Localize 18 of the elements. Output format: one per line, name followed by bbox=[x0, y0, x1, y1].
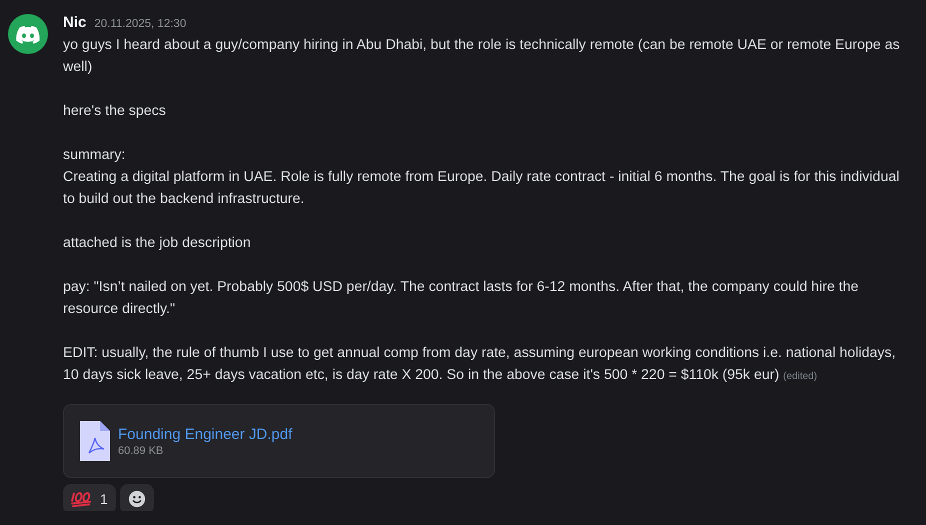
smiley-icon bbox=[128, 490, 146, 508]
author-name[interactable]: Nic bbox=[63, 14, 86, 31]
add-reaction-button[interactable] bbox=[120, 484, 154, 511]
reaction-chip[interactable]: 1 bbox=[63, 484, 116, 511]
message-text: attached is the job description bbox=[63, 234, 252, 253]
message-text: pay: "Isn’t nailed on yet. Probably 500$ USD per/day. The contract lasts for 6-12 months. After that, the company could hire the resource directly." bbox=[63, 278, 860, 319]
avatar-icon[interactable] bbox=[8, 14, 48, 54]
pdf-file-icon bbox=[80, 421, 110, 461]
message-text: EDIT: usually, the rule of thumb I use to get annual comp from day rate, assuming european working conditions i.e. national holidays, 10 days sick leave, 25+ days vacation etc, is day rate X 200. So in the above case it's 500 * 220 = $110k (95k eur) (edited) bbox=[63, 344, 897, 385]
file-link[interactable]: Founding Engineer JD.pdf bbox=[118, 426, 292, 442]
message-text: summary: Creating a digital platform in UAE. Role is fully remote from Europe. Daily rate contract - initial 6 months. The goal is for this individual to build out the backend infrastructure. bbox=[63, 146, 900, 209]
timestamp: 20.11.2025, 12:30 bbox=[94, 18, 186, 30]
file-size: 60.89 KB bbox=[118, 444, 164, 456]
hundred-points-icon bbox=[71, 490, 93, 508]
message-text: here's the specs bbox=[63, 102, 167, 121]
edited-label: (edited) bbox=[783, 371, 818, 382]
message-text: yo guys I heard about a guy/company hiring in Abu Dhabi, but the role is technically remote (can be remote UAE or remote Europe as well) bbox=[63, 36, 901, 77]
file-attachment[interactable]: Founding Engineer JD.pdf 60.89 KB bbox=[63, 404, 495, 478]
